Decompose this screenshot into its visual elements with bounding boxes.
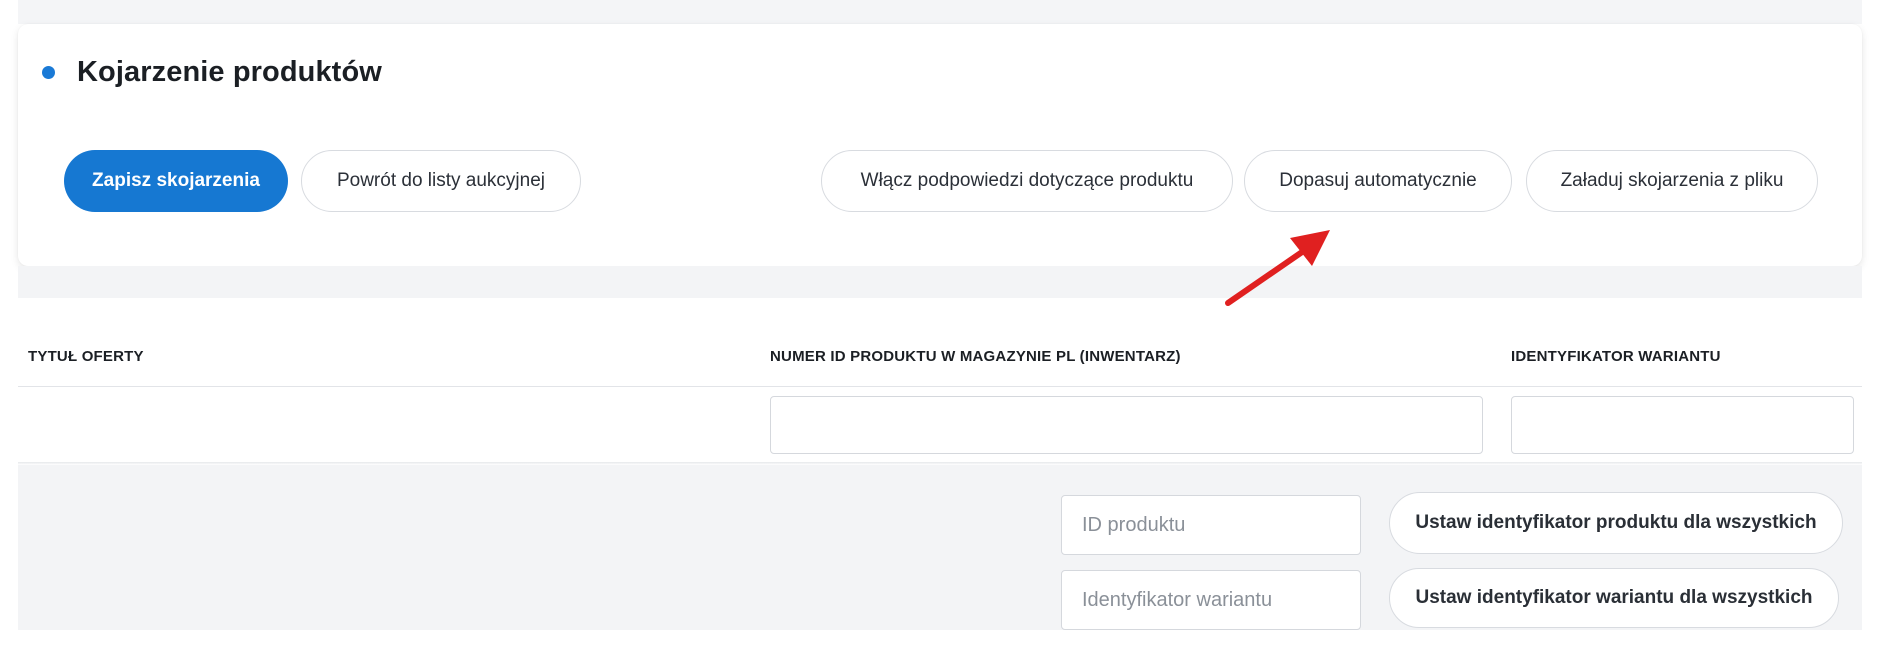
red-arrow-icon (1225, 230, 1330, 306)
